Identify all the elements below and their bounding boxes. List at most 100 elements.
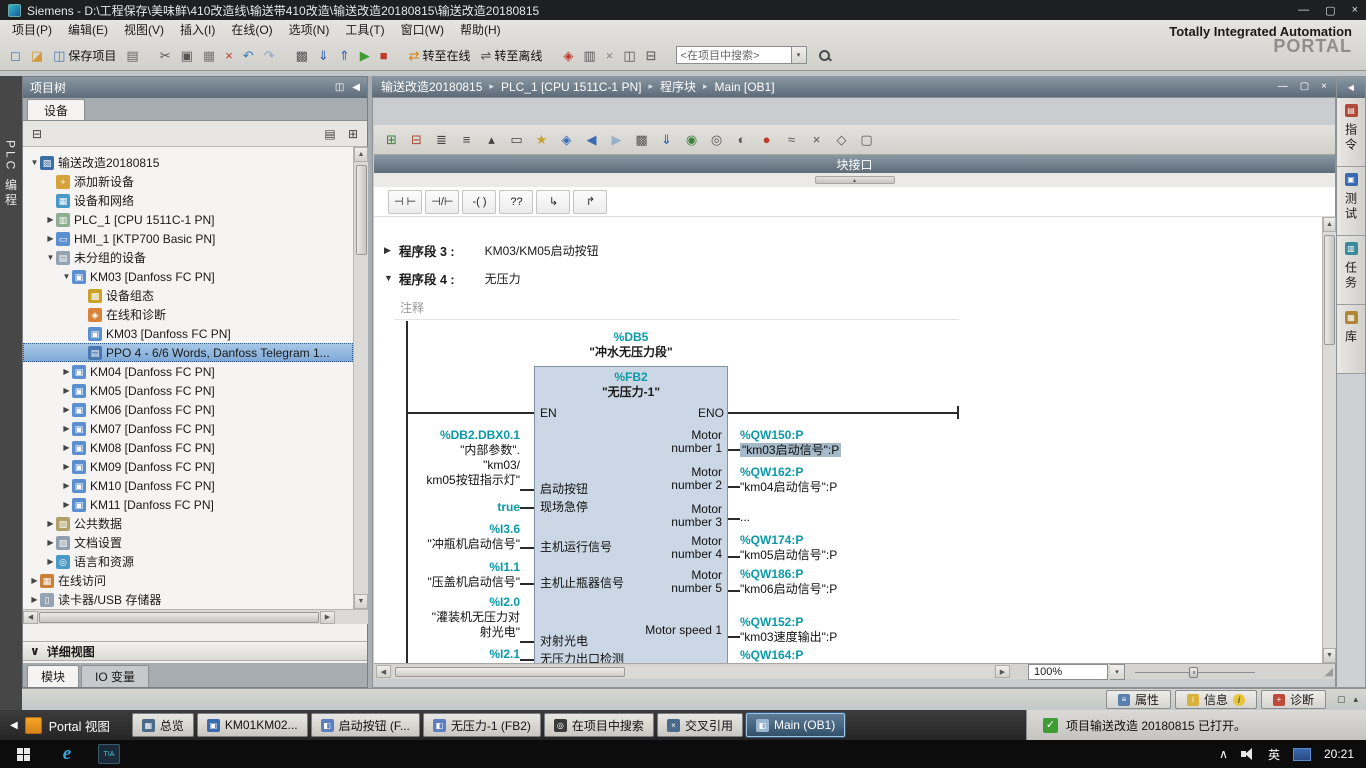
tree-expander-icon[interactable]: ▶ <box>61 386 72 395</box>
tree-item[interactable]: ▶ ▨ 文档设置 <box>23 533 353 552</box>
inspector-tab[interactable]: + 诊断 <box>1261 690 1326 709</box>
open-editor-button[interactable]: ◧ 无压力-1 (FB2) <box>423 713 541 737</box>
tree-columns-icon[interactable]: ⊟ <box>27 124 47 144</box>
editor-minimize-icon[interactable]: — <box>1278 81 1288 92</box>
absolute-operands-icon[interactable]: ▴ <box>480 128 503 151</box>
output-operand-name[interactable]: "km06启动信号":P <box>740 582 837 597</box>
resize-grip-icon[interactable]: ◢ <box>1325 665 1333 678</box>
tree-expander-icon[interactable]: ▼ <box>29 158 40 167</box>
task-card-tab[interactable]: ▦ 库 <box>1337 305 1365 374</box>
snapshot-icon[interactable]: ◎ <box>705 128 728 151</box>
tree-item[interactable]: + 添加新设备 <box>23 172 353 191</box>
tray-expand-icon[interactable]: ∧ <box>1219 747 1228 761</box>
input-operand-name[interactable]: "灌装机无压力对 <box>390 610 520 625</box>
network-comment-placeholder[interactable]: 注释 <box>400 299 424 316</box>
favorites-icon[interactable]: ★ <box>530 128 553 151</box>
call-structure-icon[interactable]: ≈ <box>780 128 803 151</box>
block-interface-bar[interactable]: 块接口 <box>374 155 1335 173</box>
menu-item[interactable]: 帮助(H) <box>452 21 509 38</box>
detail-tab[interactable]: IO 变量 <box>81 665 149 687</box>
tree-item[interactable]: ▤ PPO 4 - 6/6 Words, Danfoss Telegram 1.… <box>23 343 353 362</box>
undo-icon[interactable]: ↶ <box>239 43 258 67</box>
tag-display-icon[interactable]: ◈ <box>555 128 578 151</box>
tree-item[interactable]: ▶ ▭ HMI_1 [KTP700 Basic PN] <box>23 229 353 248</box>
copy-icon[interactable]: ▣ <box>177 43 197 67</box>
scrollbar-thumb[interactable] <box>356 165 367 255</box>
tree-expander-icon[interactable]: ▶ <box>45 519 56 528</box>
tree-expander-icon[interactable]: ▶ <box>45 215 56 224</box>
tree-horizontal-scrollbar[interactable]: ◀ ▶ <box>23 609 368 624</box>
network-4-comment[interactable]: 无压力 <box>485 270 521 287</box>
interface-splitter[interactable]: ▴ <box>374 173 1335 187</box>
task-card-tab[interactable]: ▤ 指令 <box>1337 98 1365 167</box>
task-card-collapse-icon[interactable]: ◀ <box>1337 77 1365 98</box>
download-to-device-icon[interactable]: ⇓ <box>314 43 333 67</box>
inspector-tab[interactable]: i 信息 i <box>1175 690 1257 709</box>
scroll-up-icon[interactable]: ▲ <box>1323 217 1336 232</box>
tree-expander-icon[interactable]: ▶ <box>61 443 72 452</box>
tree-item[interactable]: ▶ ▣ KM10 [Danfoss FC PN] <box>23 476 353 495</box>
input-operand-name[interactable]: "内部参数". <box>390 443 520 458</box>
save-project-button[interactable]: ◫ 保存项目 <box>49 43 120 67</box>
editor-horizontal-scrollbar[interactable] <box>393 666 993 678</box>
scrollbar-thumb[interactable] <box>39 612 319 623</box>
breadcrumb-segment[interactable]: 输送改造20180815 <box>381 78 482 95</box>
db-instance-name[interactable]: "冲水无压力段" <box>534 345 728 360</box>
settings-icon[interactable]: ◇ <box>830 128 853 151</box>
tree-expander-icon[interactable]: ▶ <box>45 557 56 566</box>
detach-editor-icon[interactable]: ▢ <box>855 128 878 151</box>
open-editor-button[interactable]: ▦ 总览 <box>132 713 194 737</box>
tree-item[interactable]: ▶ ▣ KM11 [Danfoss FC PN] <box>23 495 353 514</box>
open-editor-button[interactable]: × 交叉引用 <box>657 713 743 737</box>
plc-programming-tab[interactable]: PLC 编程 <box>3 140 20 710</box>
editor-maximize-icon[interactable]: ▢ <box>1300 81 1309 92</box>
scrollbar-thumb[interactable] <box>395 667 625 677</box>
editor-vertical-scrollbar[interactable]: ▲ ▼ <box>1322 217 1336 663</box>
input-operand-name[interactable]: km05按钮指示灯" <box>390 473 520 488</box>
coil-icon[interactable]: -( ) <box>462 190 496 214</box>
tree-item[interactable]: ▶ ▧ 公共数据 <box>23 514 353 533</box>
simulation-icon[interactable]: ▩ <box>292 43 312 67</box>
input-operand-name[interactable]: "km03/ <box>390 458 520 473</box>
output-operand-address[interactable]: %QW186:P <box>740 567 803 582</box>
menu-item[interactable]: 视图(V) <box>116 21 172 38</box>
menu-item[interactable]: 窗口(W) <box>393 21 452 38</box>
open-editor-button[interactable]: ◎ 在项目中搜索 <box>544 713 654 737</box>
tree-item[interactable]: ▣ KM03 [Danfoss FC PN] <box>23 324 353 343</box>
scroll-right-icon[interactable]: ▶ <box>320 611 335 624</box>
upload-from-device-icon[interactable]: ⇑ <box>335 43 354 67</box>
tree-expander-icon[interactable]: ▶ <box>61 462 72 471</box>
tree-item[interactable]: ▶ ▣ KM04 [Danfoss FC PN] <box>23 362 353 381</box>
input-operand-address[interactable]: true <box>390 500 520 515</box>
open-editor-button[interactable]: ◧ 启动按钮 (F... <box>311 713 420 737</box>
task-card-tab[interactable]: ▣ 测试 <box>1337 167 1365 236</box>
tree-expander-icon[interactable]: ▼ <box>61 272 72 281</box>
tree-expander-icon[interactable]: ▶ <box>45 538 56 547</box>
go-offline-button[interactable]: ⇌ 转至离线 <box>477 43 547 67</box>
input-operand-address[interactable]: %I2.1 <box>390 647 520 662</box>
start-cpu-icon[interactable]: ▶ <box>356 43 374 67</box>
detail-view-header[interactable]: ∨ 详细视图 <box>23 641 367 661</box>
empty-box-icon[interactable]: ?? <box>499 190 533 214</box>
expand-all-icon[interactable]: ⊞ <box>343 124 363 144</box>
chevron-down-icon[interactable]: ∨ <box>30 644 40 658</box>
tree-item[interactable]: ▼ ▣ KM03 [Danfoss FC PN] <box>23 267 353 286</box>
open-project-icon[interactable]: ◪ <box>27 43 47 67</box>
tree-expander-icon[interactable]: ▼ <box>45 253 56 262</box>
menu-item[interactable]: 项目(P) <box>4 21 60 38</box>
tia-taskbar-button[interactable]: TIA <box>88 740 130 768</box>
network-4-header[interactable]: ▼ 程序段 4 : 无压力 <box>384 269 521 287</box>
search-in-project-icon[interactable] <box>817 48 832 63</box>
scroll-down-icon[interactable]: ▼ <box>1323 648 1336 663</box>
devices-tab[interactable]: 设备 <box>27 99 85 120</box>
input-operand-name[interactable]: "压盖机启动信号" <box>390 575 520 590</box>
online-diagnostics-icon[interactable]: ◈ <box>559 43 577 67</box>
edge-taskbar-button[interactable]: e <box>46 740 88 768</box>
tree-expander-icon[interactable]: ▶ <box>61 367 72 376</box>
tree-item[interactable]: ▼ ▨ 输送改造20180815 <box>23 153 353 172</box>
menu-item[interactable]: 在线(O) <box>223 21 280 38</box>
zoom-slider[interactable] <box>1135 664 1255 680</box>
compile-block-icon[interactable]: ▩ <box>630 128 653 151</box>
project-search-input[interactable] <box>676 46 792 64</box>
output-operand-address[interactable]: %QW152:P <box>740 615 803 630</box>
